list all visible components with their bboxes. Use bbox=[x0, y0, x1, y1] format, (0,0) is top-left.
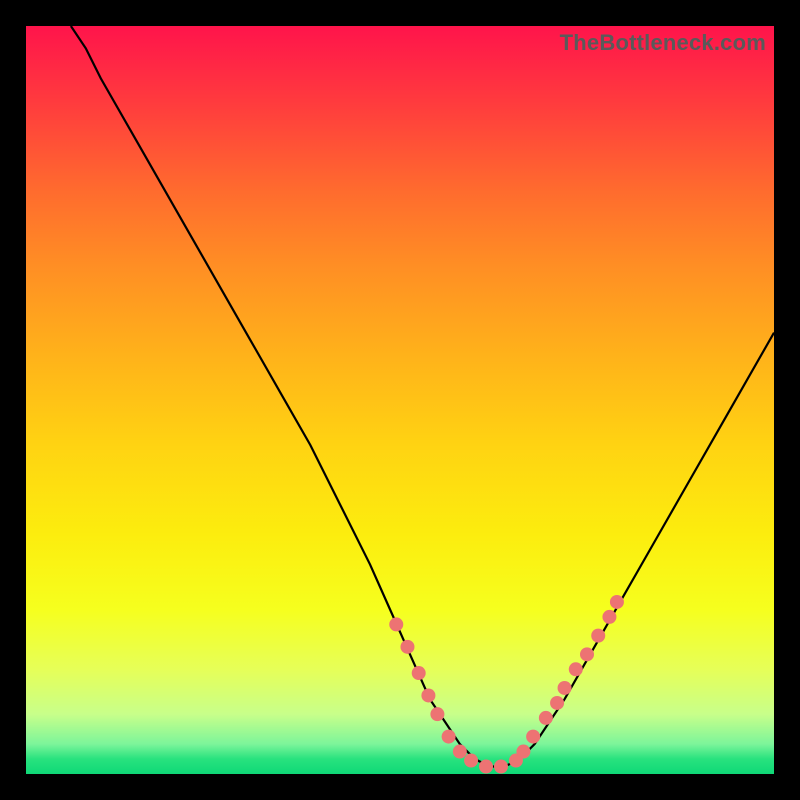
marker-dot bbox=[591, 629, 605, 643]
marker-dot bbox=[569, 662, 583, 676]
marker-dot bbox=[494, 760, 508, 774]
marker-dot bbox=[580, 647, 594, 661]
marker-dot bbox=[453, 745, 467, 759]
marker-dot bbox=[442, 730, 456, 744]
marker-dot bbox=[516, 745, 530, 759]
marker-dot bbox=[610, 595, 624, 609]
marker-dot bbox=[389, 617, 403, 631]
marker-dot bbox=[464, 754, 478, 768]
marker-dot bbox=[421, 688, 435, 702]
marker-dot bbox=[550, 696, 564, 710]
marker-dot bbox=[539, 711, 553, 725]
curve-line bbox=[71, 26, 774, 767]
marker-dot bbox=[602, 610, 616, 624]
chart-svg bbox=[26, 26, 774, 774]
marker-dot bbox=[412, 666, 426, 680]
marker-dot bbox=[479, 760, 493, 774]
marker-dot bbox=[430, 707, 444, 721]
plot-area: TheBottleneck.com bbox=[26, 26, 774, 774]
marker-dot bbox=[400, 640, 414, 654]
marker-dot bbox=[526, 730, 540, 744]
marker-dot bbox=[558, 681, 572, 695]
